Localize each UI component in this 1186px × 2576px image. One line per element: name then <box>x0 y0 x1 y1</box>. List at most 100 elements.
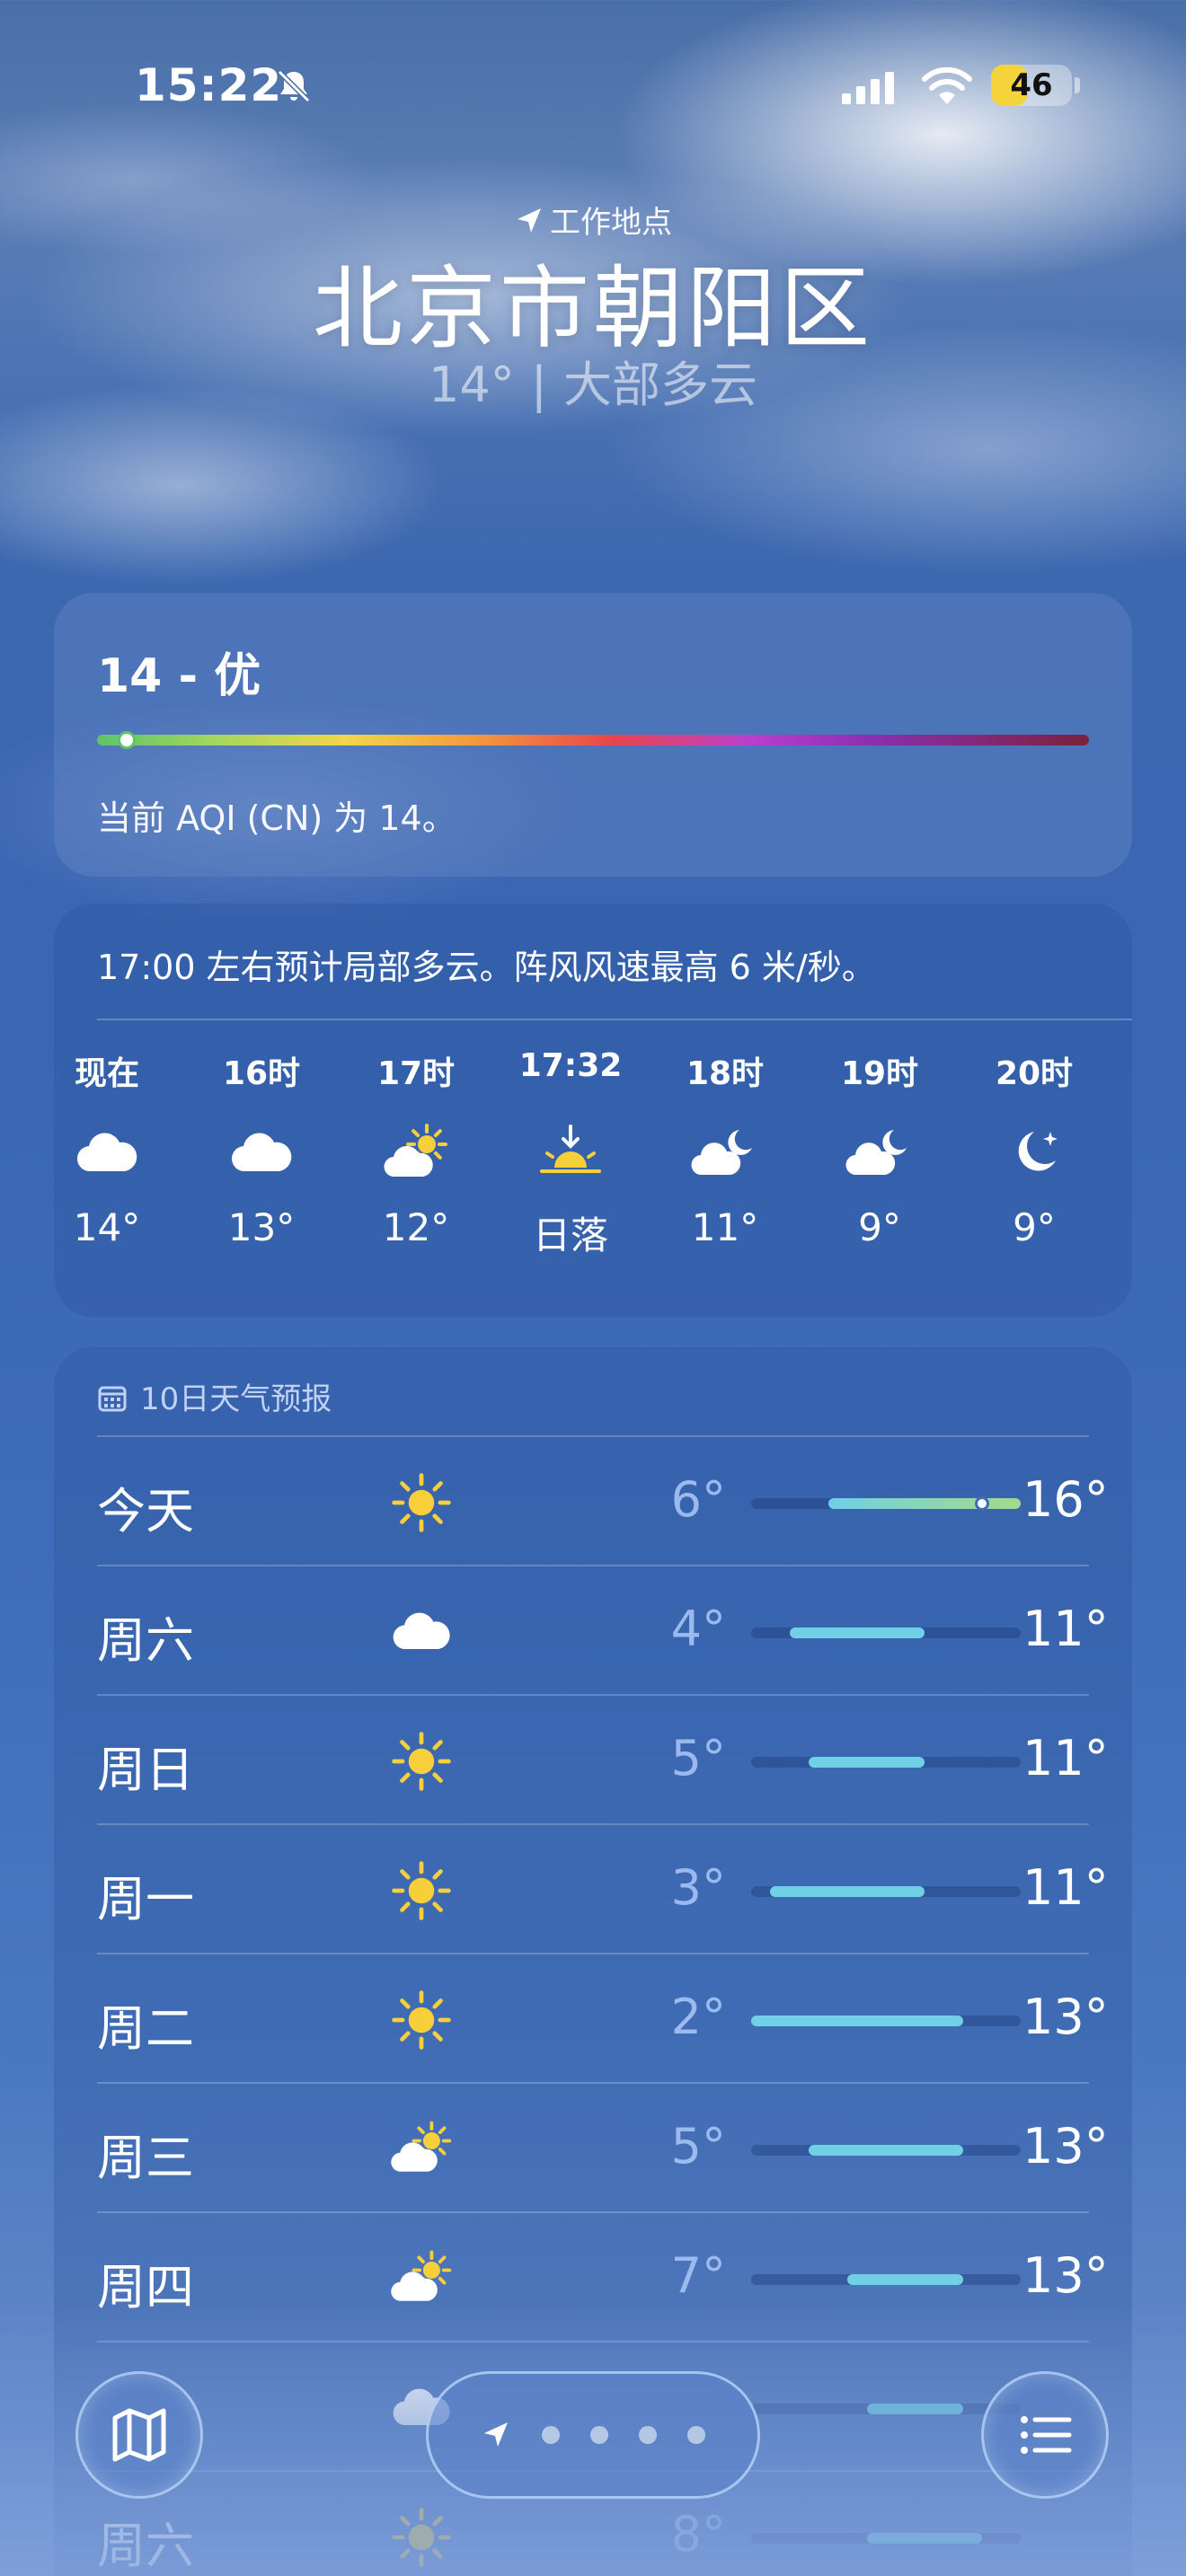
day-row[interactable]: 今天 6° 16° <box>97 1437 1109 1566</box>
aqi-card[interactable]: 14 - 优 当前 AQI (CN) 为 14。 <box>54 593 1132 877</box>
day-name: 周六 <box>97 1612 194 1669</box>
sun-icon <box>383 1852 460 1929</box>
temp-range-track <box>751 1757 1021 1768</box>
current-conditions: 14° | 大部多云 <box>0 345 1186 416</box>
hour-temp: 13° <box>227 1205 296 1249</box>
sun-icon <box>383 1981 460 2059</box>
cloud-icon <box>194 1101 329 1205</box>
temp-range-track <box>751 2533 1021 2544</box>
temp-range-track <box>751 1886 1021 1897</box>
cellular-signal-icon <box>842 72 894 104</box>
day-low-temp: 3° <box>670 1859 726 1916</box>
daily-forecast-title: 10日天气预报 <box>140 1381 332 1417</box>
day-name: 周六 <box>97 2518 194 2574</box>
day-high-temp: 16° <box>1022 1471 1109 1528</box>
partly-sunny-icon <box>383 2240 460 2317</box>
day-name: 今天 <box>97 1483 194 1539</box>
list-button[interactable] <box>981 2371 1109 2499</box>
temp-range-bar <box>828 1498 1021 1509</box>
hour-label: 19时 <box>840 1055 919 1092</box>
hour-label: 现在 <box>74 1055 139 1092</box>
day-low-temp: 5° <box>670 2118 726 2175</box>
day-high-temp: 13° <box>1022 2247 1109 2304</box>
day-high-temp: 13° <box>1022 2118 1109 2175</box>
divider <box>97 1019 1132 1020</box>
day-row[interactable]: 周四 7° 13° <box>97 2213 1109 2342</box>
separator: | <box>530 357 547 413</box>
page-dot[interactable] <box>542 2426 560 2444</box>
day-high-temp: 11° <box>1022 1730 1109 1786</box>
hour-temp: 9° <box>1013 1205 1056 1249</box>
hour-item: 现在 14° <box>40 1047 174 1249</box>
battery-tip <box>1075 77 1080 93</box>
sun-icon <box>383 1723 460 1800</box>
day-row[interactable]: 周六 4° 11° <box>97 1566 1109 1696</box>
day-high-temp: 11° <box>1022 1859 1109 1916</box>
day-low-temp: 2° <box>670 1989 726 2045</box>
current-condition: 大部多云 <box>562 357 757 413</box>
day-row[interactable]: 周三 5° 13° <box>97 2084 1109 2213</box>
aqi-scale-bar <box>97 735 1089 745</box>
hour-item: 17:32 日落 <box>503 1047 638 1260</box>
hour-item: 20时 9° <box>967 1047 1102 1249</box>
sun-icon <box>383 2499 460 2576</box>
temp-range-bar <box>809 1757 925 1768</box>
hour-item: 18时 11° <box>658 1047 792 1249</box>
temp-range-bar <box>847 2274 963 2285</box>
battery-level: 46 <box>1010 67 1053 103</box>
partly-cloudy-night-icon <box>658 1101 792 1205</box>
day-name: 周日 <box>97 1742 194 1798</box>
hour-label: 18时 <box>686 1055 765 1092</box>
day-high-temp: 13° <box>1022 1989 1109 2045</box>
list-icon <box>1021 2416 1072 2454</box>
page-dot[interactable] <box>590 2426 608 2444</box>
day-row[interactable]: 周一 3° 11° <box>97 1825 1109 1954</box>
hour-temp: 14° <box>73 1205 141 1249</box>
temp-range-bar <box>789 1628 925 1638</box>
temp-range-track <box>751 1628 1021 1638</box>
temp-range-track <box>751 2145 1021 2156</box>
status-bar: 15:22 46 <box>0 54 1186 117</box>
partly-cloudy-night-icon <box>812 1101 947 1205</box>
day-low-temp: 6° <box>670 1471 726 1528</box>
day-name: 周二 <box>97 2000 194 2057</box>
battery-icon: 46 <box>991 65 1072 106</box>
day-name: 周三 <box>97 2130 194 2186</box>
hour-label: 17:32 <box>518 1047 623 1084</box>
temp-range-bar <box>866 2404 963 2414</box>
hourly-forecast-card[interactable]: 17:00 左右预计局部多云。阵风风速最高 6 米/秒。 现在 14° 16时 13°… <box>54 904 1132 1317</box>
partly-sunny-icon <box>349 1101 483 1205</box>
day-row[interactable]: 周日 5° 11° <box>97 1696 1109 1825</box>
clear-night-icon <box>967 1101 1102 1205</box>
hour-item: 17时 12° <box>349 1047 483 1249</box>
hour-item: 16时 13° <box>194 1047 329 1249</box>
sunset-icon <box>503 1101 638 1205</box>
page-dot[interactable] <box>639 2426 657 2444</box>
hour-temp: 9° <box>858 1205 901 1249</box>
page-dot[interactable] <box>687 2426 705 2444</box>
hour-temp: 12° <box>382 1205 450 1249</box>
day-row[interactable]: 周二 2° 13° <box>97 1954 1109 2084</box>
day-low-temp: 8° <box>670 2506 726 2563</box>
temp-range-bar <box>751 2016 963 2026</box>
temp-range-bar <box>866 2533 983 2544</box>
hourly-summary: 17:00 左右预计局部多云。阵风风速最高 6 米/秒。 <box>97 948 876 987</box>
location-arrow-icon[interactable] <box>481 2420 511 2450</box>
map-button[interactable] <box>75 2371 203 2499</box>
partly-sunny-icon <box>383 2111 460 2188</box>
page-indicator[interactable] <box>426 2371 760 2499</box>
aqi-description: 当前 AQI (CN) 为 14。 <box>97 798 456 838</box>
day-low-temp: 4° <box>670 1601 726 1657</box>
day-low-temp: 7° <box>670 2247 726 2304</box>
map-icon <box>112 2408 166 2462</box>
aqi-indicator <box>118 731 137 749</box>
hour-label: 17时 <box>376 1055 456 1092</box>
status-time: 15:22 <box>135 59 283 111</box>
day-name: 周一 <box>97 1871 194 1928</box>
wifi-icon <box>922 66 972 104</box>
temp-range-track <box>751 1496 1021 1511</box>
day-high-temp: 11° <box>1022 1601 1109 1657</box>
bell-slash-icon <box>277 69 311 103</box>
hour-item: 19时 9° <box>812 1047 947 1249</box>
hour-label: 20时 <box>995 1055 1074 1092</box>
